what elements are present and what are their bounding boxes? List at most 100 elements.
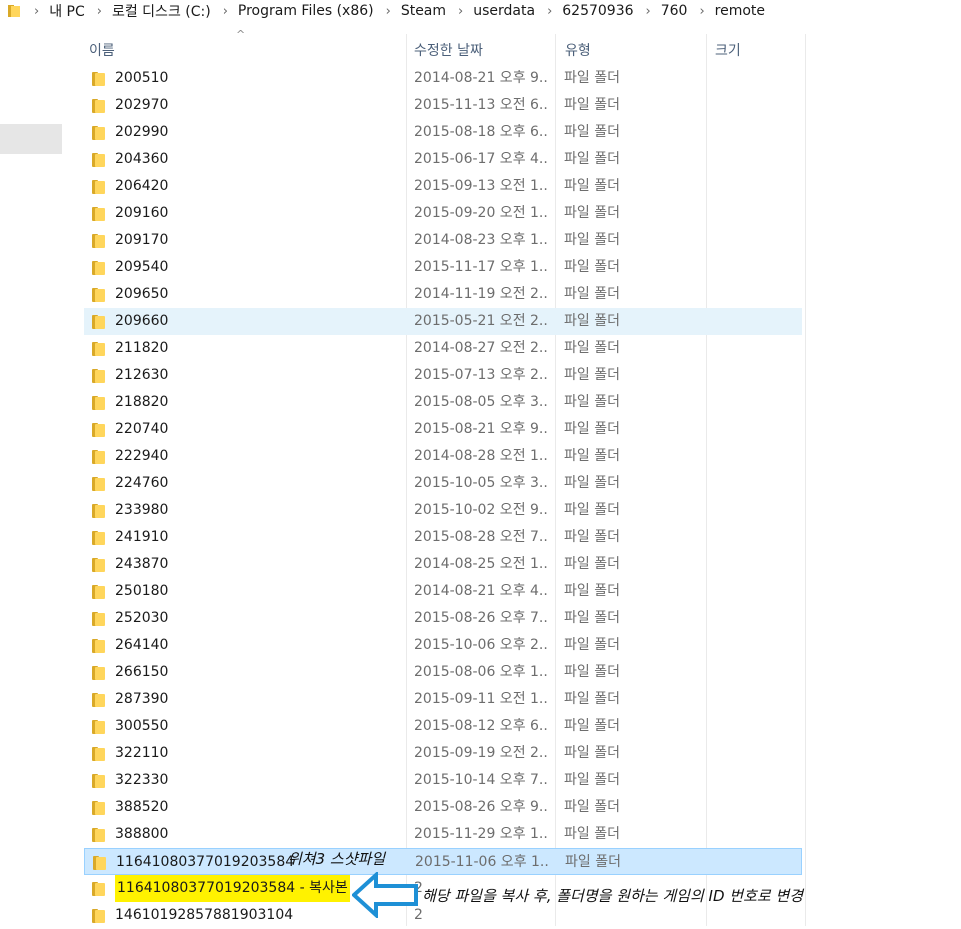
table-row[interactable]: 222940 2014-08-28 오전 1... 파일 폴더 [84,443,802,470]
table-row[interactable]: 218820 2015-08-05 오후 3... 파일 폴더 [84,389,802,416]
left-arrow-icon [352,872,418,918]
table-row[interactable]: 264140 2015-10-06 오후 2... 파일 폴더 [84,632,802,659]
file-name[interactable]: 202990 [115,119,168,146]
breadcrumb-item-user-id[interactable]: 62570936 [562,3,633,19]
breadcrumb-item-steam[interactable]: Steam [401,3,446,19]
table-row[interactable]: 220740 2015-08-21 오후 9... 파일 폴더 [84,416,802,443]
table-row[interactable]: 209170 2014-08-23 오후 1... 파일 폴더 [84,227,802,254]
table-row[interactable]: 300550 2015-08-12 오후 6... 파일 폴더 [84,713,802,740]
breadcrumb-chevron-icon[interactable]: › [97,4,102,19]
column-header-name[interactable]: 이름 [84,34,406,65]
table-row[interactable]: 252030 2015-08-26 오후 7... 파일 폴더 [84,605,802,632]
file-type: 파일 폴더 [564,232,620,248]
table-row[interactable]: 209660 2015-05-21 오전 2... 파일 폴더 [84,308,802,335]
file-name[interactable]: 266150 [115,659,168,686]
breadcrumb-item-program-files[interactable]: Program Files (x86) [238,3,374,19]
file-name[interactable]: 211820 [115,335,168,362]
file-name[interactable]: 243870 [115,551,168,578]
file-name[interactable]: 209540 [115,254,168,281]
file-date: 2015-08-12 오후 6... [414,718,548,734]
file-name[interactable]: 287390 [115,686,168,713]
column-divider[interactable] [805,34,806,926]
table-row[interactable]: 206420 2015-09-13 오전 1... 파일 폴더 [84,173,802,200]
file-name[interactable]: 202970 [115,92,168,119]
table-row[interactable]: 243870 2014-08-25 오전 1... 파일 폴더 [84,551,802,578]
file-name[interactable]: 222940 [115,443,168,470]
file-date: 2015-08-18 오후 6... [414,124,548,140]
table-row[interactable]: 322330 2015-10-14 오후 7... 파일 폴더 [84,767,802,794]
file-date: 2015-08-05 오후 3... [414,394,548,410]
file-name[interactable]: 388520 [115,794,168,821]
table-row[interactable]: 322110 2015-09-19 오전 2... 파일 폴더 [84,740,802,767]
column-header-date[interactable]: 수정한 날짜 [407,34,555,65]
file-name[interactable]: 224760 [115,470,168,497]
breadcrumb-item-userdata[interactable]: userdata [473,3,535,19]
file-name[interactable]: 233980 [115,497,168,524]
file-name[interactable]: 209650 [115,281,168,308]
file-name[interactable]: 300550 [115,713,168,740]
file-name[interactable]: 252030 [115,605,168,632]
file-name[interactable]: 11641080377019203584 - 복사본 [115,875,350,902]
table-row[interactable]: 14610192857881903104 2 [84,902,802,929]
breadcrumb-chevron-icon[interactable]: › [547,4,552,19]
breadcrumb-item-remote[interactable]: remote [715,3,765,19]
table-row[interactable]: 212630 2015-07-13 오후 2... 파일 폴더 [84,362,802,389]
folder-icon [92,173,108,200]
table-row[interactable]: 388800 2015-11-29 오후 1... 파일 폴더 [84,821,802,848]
file-name[interactable]: 322110 [115,740,168,767]
breadcrumb-chevron-icon[interactable]: › [699,4,704,19]
column-type-label: 유형 [565,42,591,59]
file-name[interactable]: 264140 [115,632,168,659]
column-header-type[interactable]: 유형 [556,34,706,65]
file-name[interactable]: 209160 [115,200,168,227]
table-row[interactable]: 211820 2014-08-27 오전 2... 파일 폴더 [84,335,802,362]
breadcrumb-item-760[interactable]: 760 [661,3,688,19]
table-row[interactable]: 209160 2015-09-20 오전 1... 파일 폴더 [84,200,802,227]
breadcrumb-item-local-disk[interactable]: 로컬 디스크 (C:) [112,1,211,21]
file-name[interactable]: 220740 [115,416,168,443]
breadcrumb-chevron-icon[interactable]: › [223,4,228,19]
file-name[interactable]: 209170 [115,227,168,254]
breadcrumb-chevron-icon[interactable]: › [386,4,391,19]
address-bar[interactable]: › 내 PC › 로컬 디스크 (C:) › Program Files (x8… [0,0,961,22]
table-row[interactable]: 200510 2014-08-21 오후 9... 파일 폴더 [84,65,802,92]
table-row[interactable]: 233980 2015-10-02 오전 9... 파일 폴더 [84,497,802,524]
folder-icon [92,281,108,308]
file-name[interactable]: 204360 [115,146,168,173]
file-name[interactable]: 209660 [115,308,168,335]
file-name[interactable]: 14610192857881903104 [115,902,293,929]
table-row[interactable]: 224760 2015-10-05 오후 3... 파일 폴더 [84,470,802,497]
file-date: 2015-10-02 오전 9... [414,502,548,518]
file-name[interactable]: 206420 [115,173,168,200]
table-row[interactable]: 209540 2015-11-17 오후 1... 파일 폴더 [84,254,802,281]
table-row[interactable]: 202990 2015-08-18 오후 6... 파일 폴더 [84,119,802,146]
file-name[interactable]: 241910 [115,524,168,551]
file-name[interactable]: 322330 [115,767,168,794]
table-row[interactable]: 209650 2014-11-19 오전 2... 파일 폴더 [84,281,802,308]
table-row[interactable]: 11641080377019203584 2015-11-06 오후 1... 파일… [84,848,802,875]
navigation-pane[interactable] [0,22,62,926]
table-row[interactable]: 287390 2015-09-11 오전 1... 파일 폴더 [84,686,802,713]
breadcrumb-item-my-pc[interactable]: 내 PC [49,1,85,21]
file-name[interactable]: 388800 [115,821,168,848]
breadcrumb-chevron-icon[interactable]: › [646,4,651,19]
file-name[interactable]: 218820 [115,389,168,416]
file-list[interactable]: ^ 이름 수정한 날짜 유형 크기 200510 2014-08-21 오후 9.… [84,28,961,929]
file-name[interactable]: 11641080377019203584 [116,849,294,876]
table-row[interactable]: 266150 2015-08-06 오후 1... 파일 폴더 [84,659,802,686]
table-row[interactable]: 202970 2015-11-13 오전 6... 파일 폴더 [84,92,802,119]
table-row[interactable]: 204360 2015-06-17 오후 4... 파일 폴더 [84,146,802,173]
table-row[interactable]: 241910 2015-08-28 오전 7... 파일 폴더 [84,524,802,551]
file-name[interactable]: 200510 [115,65,168,92]
table-row[interactable]: 388520 2015-08-26 오후 9... 파일 폴더 [84,794,802,821]
folder-icon [92,605,108,632]
table-row[interactable]: 250180 2014-08-21 오후 4... 파일 폴더 [84,578,802,605]
breadcrumb-chevron-icon[interactable]: › [458,4,463,19]
breadcrumb-chevron-icon[interactable]: › [34,4,39,19]
file-type: 파일 폴더 [564,799,620,815]
column-header-size[interactable]: 크기 [707,34,805,65]
file-name[interactable]: 250180 [115,578,168,605]
file-name[interactable]: 212630 [115,362,168,389]
navigation-selected-item[interactable] [0,124,62,154]
file-date: 2015-10-06 오후 2... [414,637,548,653]
